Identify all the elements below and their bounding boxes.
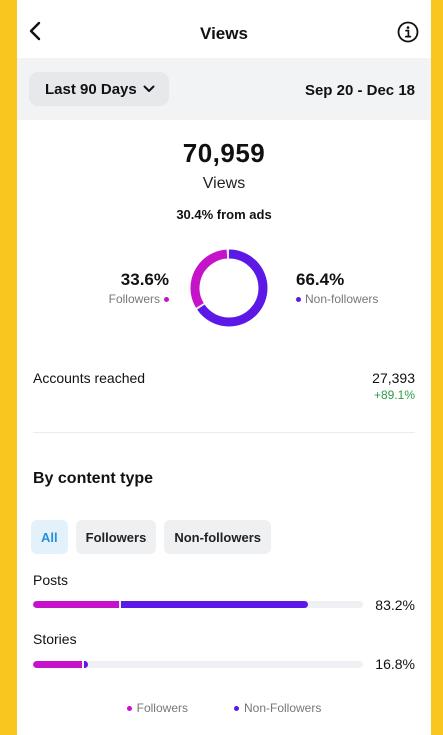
nonfollowers-stat: 66.4% Non-followers	[296, 270, 378, 306]
total-views-value: 70,959	[182, 138, 266, 168]
legend-nonfollowers: Non-Followers	[234, 701, 321, 715]
accounts-reached-delta: +89.1%	[373, 388, 415, 402]
followers-dot-icon	[164, 296, 169, 302]
tab-all[interactable]: All	[31, 520, 68, 554]
donut-segment-followers	[190, 249, 268, 327]
accounts-reached-value: 27,393	[372, 370, 415, 386]
tab-nonfollowers[interactable]: Non-followers	[164, 520, 271, 554]
top-bar: Views	[17, 0, 431, 58]
followers-percent: 33.6%	[120, 270, 169, 289]
divider	[33, 432, 415, 433]
audience-filter-tabs: All Followers Non-followers	[31, 520, 271, 554]
chevron-down-icon	[143, 85, 155, 92]
nonfollowers-dot-icon	[296, 296, 301, 302]
nonfollowers-percent: 66.4%	[296, 270, 345, 289]
date-range-dropdown[interactable]: Last 90 Days	[29, 72, 169, 106]
stories-bar	[33, 661, 363, 668]
page-title: Views	[200, 24, 248, 43]
stories-percent: 16.8%	[375, 656, 415, 672]
views-screen: Views Last 90 Days Sep 20 - Dec 18 70,95…	[17, 0, 431, 735]
chart-legend: Followers Non-Followers	[17, 701, 431, 715]
followers-stat: 33.6% Followers	[109, 270, 169, 306]
followers-label: Followers	[108, 292, 160, 306]
accounts-reached-label: Accounts reached	[33, 370, 146, 386]
stories-bar-followers	[33, 661, 82, 668]
stories-label: Stories	[33, 631, 77, 647]
info-icon[interactable]	[397, 21, 419, 43]
total-views-label: Views	[202, 175, 246, 192]
legend-followers: Followers	[126, 701, 188, 715]
views-donut-chart	[190, 249, 268, 327]
legend-nonfollowers-label: Non-Followers	[244, 701, 322, 715]
posts-bar	[33, 601, 363, 608]
ads-share-text: 30.4% from ads	[176, 207, 272, 222]
posts-label: Posts	[33, 572, 69, 588]
date-range-dropdown-label: Last 90 Days	[45, 80, 137, 98]
posts-bar-followers	[33, 601, 119, 608]
stories-bar-nonfollowers	[83, 661, 89, 668]
legend-followers-dot-icon	[126, 705, 132, 711]
date-filter-bar: Last 90 Days Sep 20 - Dec 18	[17, 58, 431, 120]
content-type-title: By content type	[33, 470, 154, 487]
posts-percent: 83.2%	[375, 597, 415, 613]
date-range-text: Sep 20 - Dec 18	[304, 82, 415, 99]
legend-nonfollowers-dot-icon	[234, 705, 239, 711]
posts-bar-nonfollowers	[120, 601, 308, 608]
legend-followers-label: Followers	[136, 701, 188, 715]
nonfollowers-label: Non-followers	[305, 292, 379, 306]
tab-followers[interactable]: Followers	[75, 520, 157, 554]
